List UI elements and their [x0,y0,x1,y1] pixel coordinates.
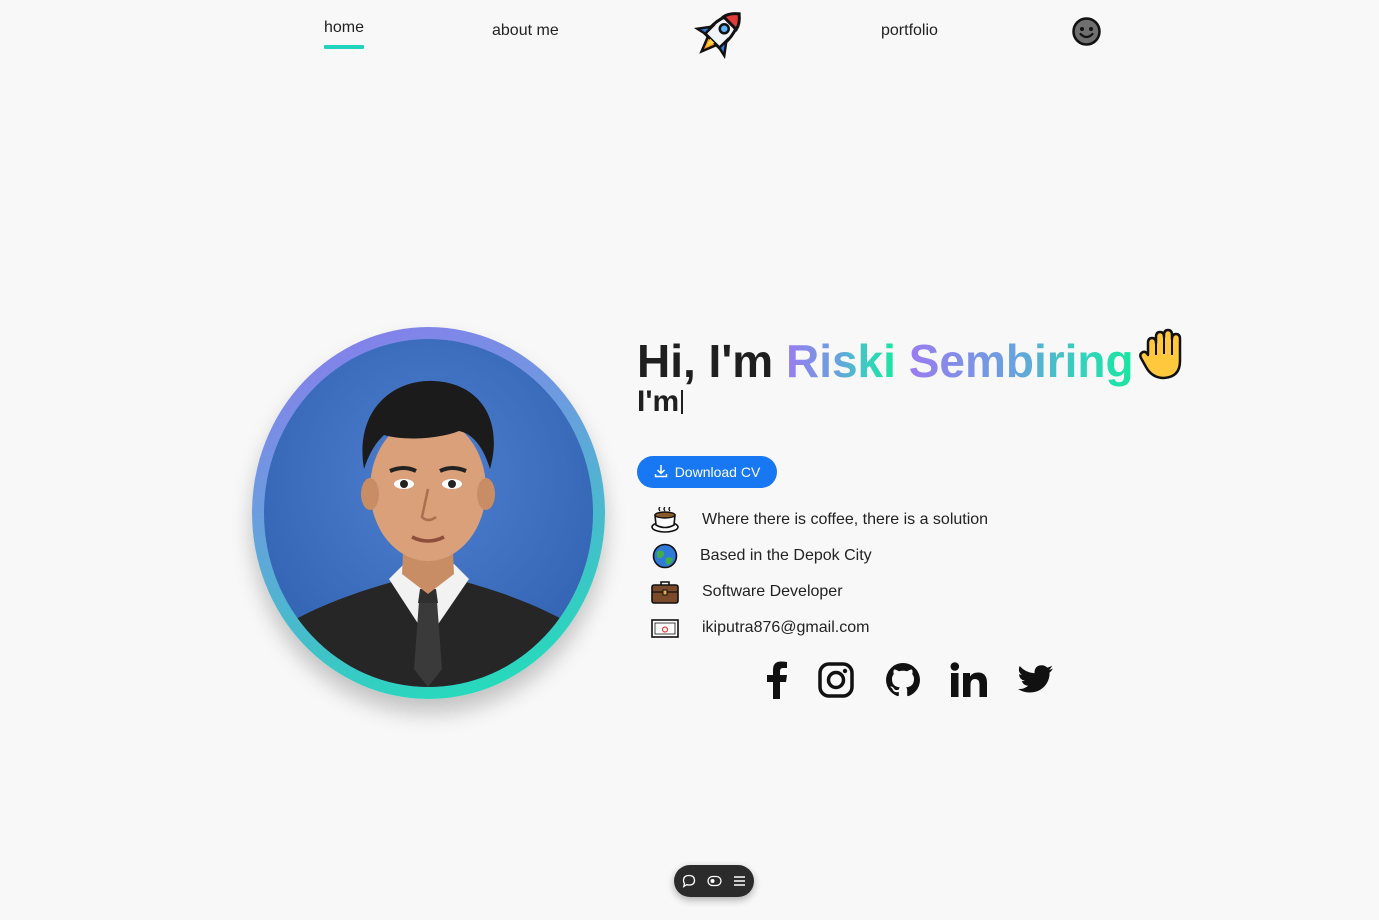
page: home about me portfolio Hi, I'm Riski Se… [0,0,1379,920]
download-cv-button[interactable]: Download CV [637,456,777,488]
waving-hand-icon [1138,327,1188,392]
profile-photo [264,339,593,687]
info-item-location: Based in the Depok City [650,543,872,569]
typed-text: I'm [637,385,684,419]
github-icon[interactable] [884,660,922,700]
info-text-job: Software Developer [702,583,843,600]
hero-heading: Hi, I'm Riski Sembiring [637,327,1188,392]
info-text-location: Based in the Depok City [700,547,872,564]
linkedin-icon[interactable] [950,660,988,700]
nav-portfolio-link[interactable]: portfolio [881,22,938,40]
typing-cursor [681,390,684,414]
smiley-theme-toggle-icon[interactable] [1072,17,1101,46]
info-text-email: ikiputra876@gmail.com [702,619,870,636]
info-item-email: ikiputra876@gmail.com [650,615,869,641]
hero-last-name: Sembiring [908,335,1134,387]
facebook-icon[interactable] [758,660,796,700]
comment-icon[interactable] [681,873,697,889]
rocket-icon[interactable] [690,4,750,62]
floating-toolbar [674,865,754,897]
hero-first-name: Riski [785,335,896,387]
envelope-icon [650,615,680,641]
top-nav: home about me portfolio [0,0,1379,70]
profile-photo-frame [252,327,605,699]
twitter-icon[interactable] [1017,660,1055,700]
toggle-icon[interactable] [706,873,722,889]
instagram-icon[interactable] [817,660,855,700]
download-cv-label: Download CV [674,464,761,480]
menu-icon[interactable] [731,873,747,889]
briefcase-icon [650,579,680,605]
hero-greeting: Hi, I'm [637,335,786,387]
info-text-coffee: Where there is coffee, there is a soluti… [702,511,989,528]
download-icon [654,464,668,481]
info-item-job: Software Developer [650,579,843,605]
nav-home-link[interactable]: home [324,19,365,49]
globe-icon [650,543,680,569]
nav-about-link[interactable]: about me [492,22,559,40]
coffee-icon [650,507,680,533]
info-item-coffee: Where there is coffee, there is a soluti… [650,507,988,533]
